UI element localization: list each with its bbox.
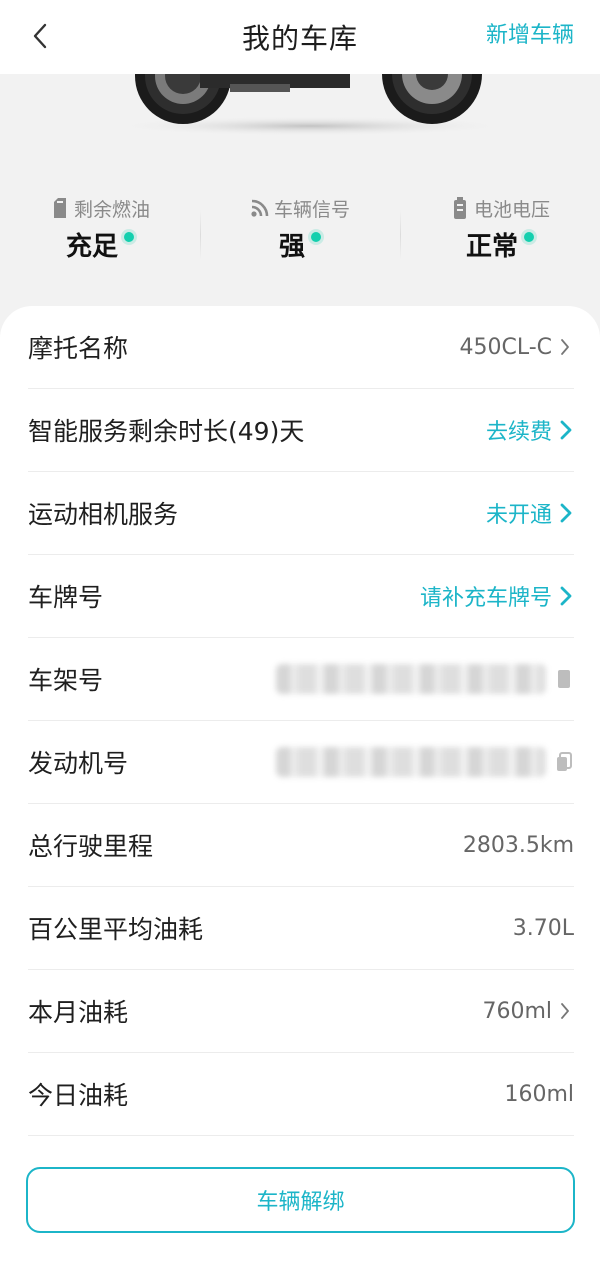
chevron-right-icon [560, 336, 574, 358]
status-dot [524, 232, 534, 242]
row-today-fuel: 今日油耗 160ml [28, 1053, 574, 1136]
page-title: 我的车库 [241, 22, 358, 55]
copy-icon[interactable] [554, 751, 574, 773]
row-month-fuel[interactable]: 本月油耗 760ml [28, 970, 574, 1053]
row-smart-service[interactable]: 智能服务剩余时长(49)天 去续费 [28, 389, 574, 472]
status-dot [124, 232, 134, 242]
avg-fuel-value: 3.70L [512, 915, 574, 941]
stat-fuel: 剩余燃油 充足 [0, 188, 200, 268]
row-engine-number: 发动机号 [28, 721, 574, 804]
redacted-engine-number [276, 747, 546, 777]
stat-signal: 车辆信号 强 [200, 188, 400, 268]
motorcycle-name-value: 450CL-C [459, 334, 552, 360]
camera-service-status[interactable]: 未开通 [486, 497, 552, 529]
back-button[interactable] [22, 18, 58, 54]
row-camera-service[interactable]: 运动相机服务 未开通 [28, 472, 574, 555]
signal-status-value: 强 [278, 232, 305, 262]
row-motorcycle-name[interactable]: 摩托名称 450CL-C [28, 306, 574, 389]
add-vehicle-button[interactable]: 新增车辆 [486, 18, 574, 54]
add-plate-link[interactable]: 请补充车牌号 [420, 580, 552, 612]
top-bar: 我的车库 新增车辆 [0, 0, 600, 74]
chevron-left-icon [33, 23, 47, 49]
battery-status-value: 正常 [465, 232, 518, 262]
chevron-right-icon [560, 585, 574, 607]
today-fuel-value: 160ml [504, 1081, 574, 1107]
motorcycle-image [0, 74, 600, 164]
battery-icon [450, 197, 470, 219]
status-dot [311, 232, 321, 242]
stat-battery: 电池电压 正常 [400, 188, 600, 268]
vehicle-detail-card: 摩托名称 450CL-C 智能服务剩余时长(49)天 去续费 运动相机服务 未开… [0, 306, 600, 1263]
status-summary: 剩余燃油 充足 车辆信号 强 电池电压 正常 [0, 188, 600, 268]
row-total-mileage: 总行驶里程 2803.5km [28, 804, 574, 887]
fuel-icon [50, 197, 70, 219]
redacted-frame-number [276, 664, 546, 694]
row-avg-fuel: 百公里平均油耗 3.70L [28, 887, 574, 970]
total-mileage-value: 2803.5km [462, 832, 574, 858]
chevron-right-icon [560, 502, 574, 524]
chevron-right-icon [560, 1000, 574, 1022]
renew-link[interactable]: 去续费 [486, 414, 552, 446]
month-fuel-value: 760ml [482, 998, 552, 1024]
signal-icon [250, 197, 270, 219]
row-license-plate[interactable]: 车牌号 请补充车牌号 [28, 555, 574, 638]
chevron-right-icon [560, 419, 574, 441]
row-frame-number: 车架号 [28, 638, 574, 721]
unbind-vehicle-button[interactable]: 车辆解绑 [26, 1167, 575, 1233]
copy-icon[interactable] [554, 668, 574, 690]
fuel-status-value: 充足 [65, 232, 118, 262]
